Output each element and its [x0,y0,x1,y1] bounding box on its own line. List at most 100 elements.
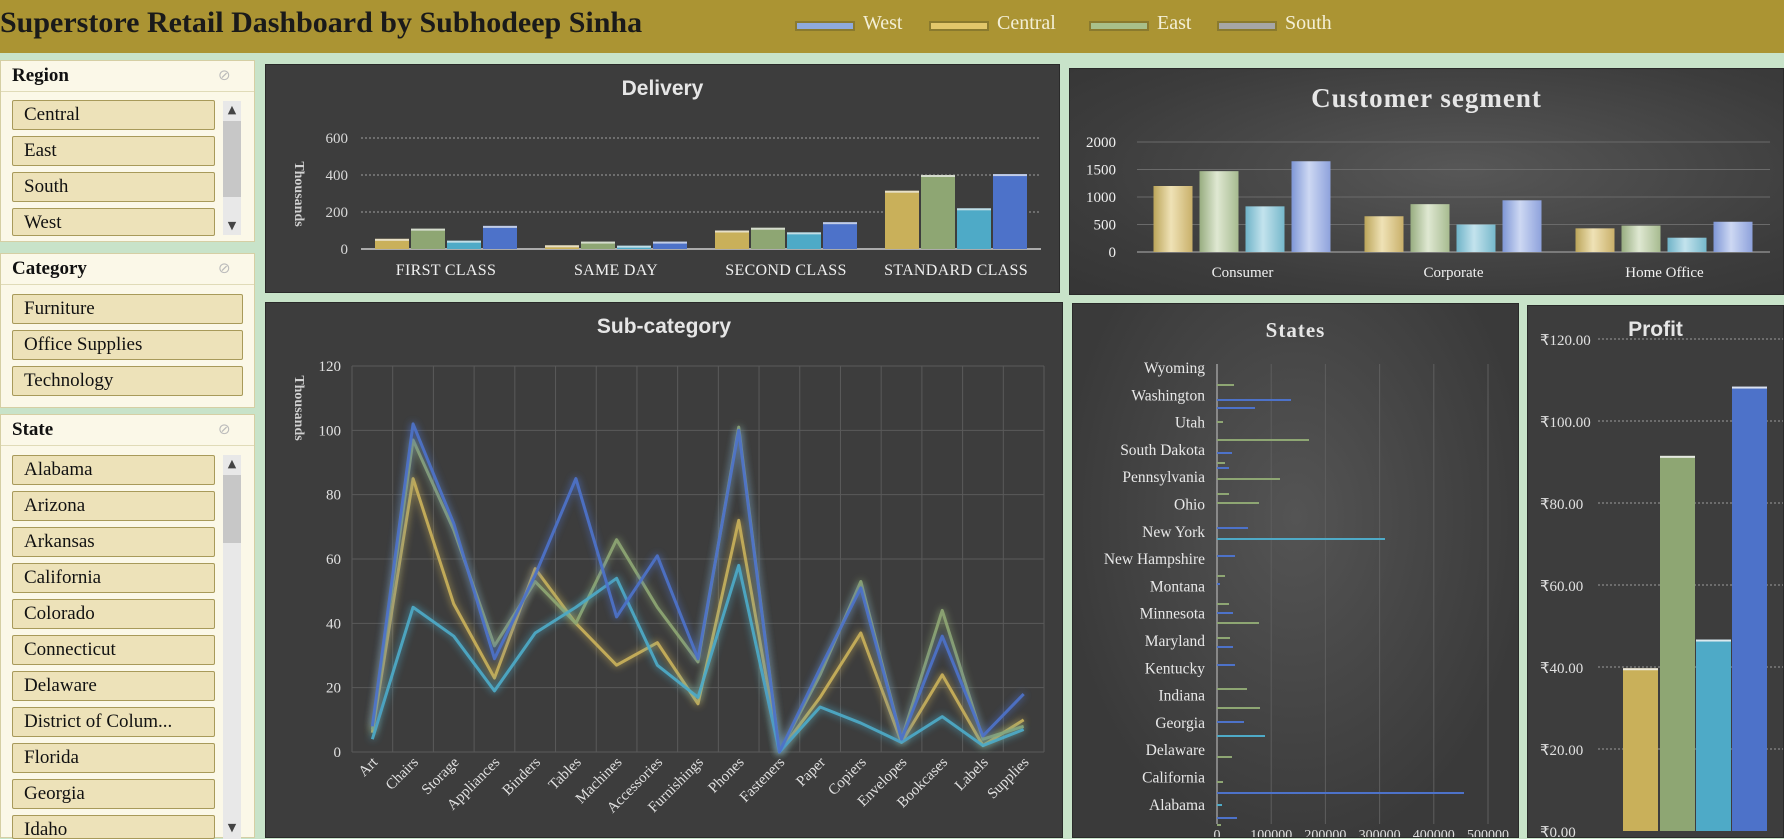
slicer-item-florida[interactable]: Florida [12,743,215,773]
y-tick-label: 0 [341,242,349,258]
y-tick-label: 120 [319,359,342,375]
slicer-item-central[interactable]: Central [12,100,215,130]
bar-highlight [581,241,615,244]
slicer-item-california[interactable]: California [12,563,215,593]
bar-east [1621,225,1661,252]
delivery-chart: 0 200 400 600 Thousands FIRST CLASS SAME DAY SE… [291,131,1041,279]
state-slicer-header: State ⊘ [1,415,254,446]
y-tick-label: 2000 [1086,135,1116,151]
y-tick-label: ₹40.00 [1540,661,1583,677]
bar-east [1217,637,1230,639]
bar-highlight [957,208,991,211]
y-tick-label: 1000 [1086,190,1116,206]
x-tick-label: 200000 [1304,828,1346,838]
x-tick-label: Labels [952,754,992,794]
bar-east [921,175,955,249]
slicer-item-arizona[interactable]: Arizona [12,491,215,521]
y-tick-label: New York [1142,524,1205,541]
bar-highlight [375,238,409,241]
legend-label-west: West [863,12,903,34]
slicer-item-delaware[interactable]: Delaware [12,671,215,701]
bar-east [1217,575,1225,577]
bar-west [1713,221,1753,252]
y-tick-label: 60 [326,552,341,568]
states-chart: 0 100000 200000 300000 400000 500000 Wyoming Wa… [1104,360,1509,838]
slicer-item-arkansas[interactable]: Arkansas [12,527,215,557]
bar-west [1217,664,1235,666]
y-tick-label: 1500 [1086,163,1116,179]
y-tick-label: ₹20.00 [1540,743,1583,759]
bar-east [1199,171,1239,252]
clear-filter-icon[interactable]: ⊘ [218,259,240,279]
slicer-item-georgia[interactable]: Georgia [12,779,215,809]
bar-west [1217,792,1464,794]
x-tick-label: Consumer [1212,265,1274,281]
scroll-down-icon[interactable]: ▼ [223,219,241,233]
dashboard-title: Superstore Retail Dashboard by Subhodeep… [0,6,643,39]
slicer-item-office-supplies[interactable]: Office Supplies [12,330,243,360]
slicer-item-idaho[interactable]: Idaho [12,815,215,839]
bar-west [1217,817,1237,819]
bar-highlight [823,222,857,225]
slicer-item-connecticut[interactable]: Connecticut [12,635,215,665]
x-tick-label: Binders [500,754,544,798]
y-axis-label: Thousands [291,375,306,441]
states-chart-panel: States 0 100000 200000 300000 400000 500000 Wy… [1072,303,1519,838]
slicer-item-technology[interactable]: Technology [12,366,243,396]
bar-highlight [1696,639,1731,642]
scrollbar-thumb[interactable] [223,475,241,543]
slicer-item-alabama[interactable]: Alabama [12,455,215,485]
bar-east [1217,756,1232,758]
slicer-item-south[interactable]: South [12,172,215,202]
bar-central [1364,216,1404,252]
clear-filter-icon[interactable]: ⊘ [218,420,240,440]
bar-west [1217,407,1255,409]
clear-filter-icon[interactable]: ⊘ [218,66,240,86]
x-tick-label: Art [356,754,382,780]
bar-central [1575,228,1615,252]
scroll-up-icon[interactable]: ▲ [223,103,241,117]
slicer-item-colorado[interactable]: Colorado [12,599,215,629]
bar-highlight [921,175,955,177]
bar-west [1217,721,1244,723]
slicer-item-east[interactable]: East [12,136,215,166]
y-tick-label: Georgia [1155,715,1205,732]
slicer-item-district-of-columbia[interactable]: District of Colum... [12,707,215,737]
scrollbar-thumb[interactable] [223,121,241,197]
bar-east [1217,462,1225,464]
x-tick-label: 100000 [1250,828,1292,838]
x-tick-label: SAME DAY [574,262,658,279]
bar-west [1217,612,1233,614]
x-tick-label: 400000 [1413,828,1455,838]
y-tick-label: South Dakota [1120,442,1205,459]
y-tick-label: 80 [326,488,341,504]
slicer-item-west[interactable]: West [12,208,215,236]
bar-west [1217,646,1233,648]
y-tick-label: Utah [1175,415,1205,432]
bar-south [787,232,821,249]
scroll-down-icon[interactable]: ▼ [223,821,241,835]
y-tick-label: ₹0.00 [1540,825,1576,838]
state-slicer-title: State [12,419,54,440]
y-tick-label: New Hampshire [1104,551,1205,568]
bar-highlight [545,245,579,248]
bar-south [1456,224,1496,252]
category-slicer-title: Category [12,258,87,279]
state-slicer-scrollbar[interactable]: ▲ ▼ [223,455,241,839]
bar-east [1217,493,1229,495]
bar-east [1217,781,1223,783]
scroll-up-icon[interactable]: ▲ [223,457,241,471]
category-slicer-header: Category ⊘ [1,254,254,285]
y-tick-label: Montana [1150,578,1205,595]
bar-south [957,208,991,249]
bar-west [1217,583,1220,585]
region-slicer-scrollbar[interactable]: ▲ ▼ [223,101,241,235]
bar-south [1217,538,1385,540]
bar-highlight [653,241,687,244]
bar-highlight [447,240,481,243]
slicer-item-furniture[interactable]: Furniture [12,294,243,324]
bar-south [1667,237,1707,252]
bar-east [1217,824,1221,826]
y-tick-label: ₹120.00 [1540,333,1591,349]
y-tick-label: Minnesota [1140,606,1206,623]
